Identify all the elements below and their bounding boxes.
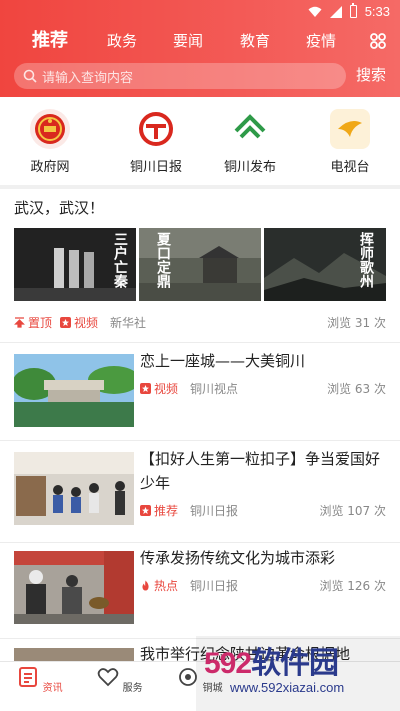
news-meta: 热点 铜川日报 浏览 126 次: [140, 577, 386, 595]
news-meta: 视频 铜川视点 浏览 63 次: [140, 380, 386, 398]
tag-pinned: 置顶: [14, 314, 52, 331]
star-badge-icon: [140, 383, 151, 394]
featured-image-caption: 夏口定鼎: [155, 232, 171, 288]
view-count: 浏览 126 次: [319, 579, 386, 593]
star-badge-icon: [60, 317, 71, 328]
national-emblem-icon: [30, 109, 70, 149]
news-title: 【扣好人生第一粒扣子】争当爱国好少年: [140, 450, 381, 492]
tab-recommend[interactable]: 推荐: [32, 26, 68, 56]
quick-link-government[interactable]: 政府网: [10, 109, 90, 175]
view-count: 浏览 107 次: [319, 504, 386, 518]
news-thumbnail: [14, 647, 134, 661]
watermark-logo-number: 592: [204, 647, 252, 680]
quick-link-tongchuan-daily[interactable]: 铜川日报: [116, 109, 196, 175]
featured-image-1[interactable]: 三户亡秦: [14, 228, 136, 301]
tag-label: 视频: [74, 316, 99, 330]
watermark-logo: 592软件园: [204, 638, 339, 682]
tongchuan-release-logo-icon: [230, 109, 270, 149]
search-icon: [23, 69, 37, 83]
tag-video: 视频: [140, 380, 178, 397]
tag-label: 视频: [154, 382, 179, 396]
pin-top-icon: [14, 317, 25, 328]
search-placeholder: 请输入查询内容: [42, 71, 134, 86]
tab-epidemic[interactable]: 疫情: [306, 26, 336, 56]
quick-links: 政府网 铜川日报 铜川发布 电视台: [0, 97, 400, 185]
tab-education[interactable]: 教育: [240, 26, 270, 56]
featured-image-2[interactable]: 夏口定鼎: [139, 228, 261, 301]
tag-recommend: 推荐: [140, 502, 178, 519]
search-input[interactable]: 请输入查询内容: [14, 63, 346, 89]
news-meta: 推荐 铜川日报 浏览 107 次: [140, 502, 386, 520]
flame-icon: [142, 580, 149, 591]
news-source: 铜川视点: [190, 382, 239, 396]
tag-hot: 热点: [140, 577, 178, 594]
category-tabs: 推荐 政务 要闻 教育 疫情: [0, 26, 400, 58]
app-header: 5:33 推荐 政务 要闻 教育 疫情 请输入查询内容 搜索: [0, 0, 400, 97]
news-title: 传承发扬传统文化为城市添彩: [140, 549, 336, 567]
quick-link-label: 政府网: [30, 160, 70, 175]
featured-image-caption: 三户亡秦: [112, 232, 128, 288]
tag-label: 热点: [154, 579, 179, 593]
view-count: 浏览 63 次: [327, 382, 386, 396]
featured-image-caption: 挥师歌州: [358, 232, 374, 288]
wifi-icon: [308, 6, 322, 17]
search-button[interactable]: 搜索: [356, 64, 386, 85]
tag-video: 视频: [60, 314, 98, 331]
signal-icon: [329, 5, 342, 18]
news-thumbnail: [14, 452, 134, 525]
bottom-nav-service[interactable]: 服务: [90, 666, 150, 694]
bottom-nav-label: 服务: [122, 683, 143, 694]
news-icon: [19, 667, 38, 687]
tag-label: 推荐: [154, 504, 179, 518]
quick-link-label: 铜川日报: [129, 160, 182, 175]
quick-link-label: 铜川发布: [223, 160, 276, 175]
heart-icon: [98, 668, 119, 687]
section-separator: [0, 185, 400, 189]
tab-government[interactable]: 政务: [107, 26, 137, 56]
quick-link-tv-station[interactable]: 电视台: [310, 109, 390, 175]
quick-link-label: 电视台: [330, 160, 370, 175]
tab-headlines[interactable]: 要闻: [173, 26, 203, 56]
news-thumbnail: [14, 551, 134, 624]
tv-station-logo-icon: [330, 109, 370, 149]
tongchuan-daily-logo-icon: [136, 109, 176, 149]
featured-title[interactable]: 武汉，武汉！: [14, 197, 104, 218]
status-time: 5:33: [364, 4, 390, 19]
tag-label: 置顶: [28, 316, 53, 330]
news-title: 恋上一座城——大美铜川: [140, 352, 306, 370]
bottom-nav-label: 资讯: [42, 683, 63, 694]
watermark-logo-text: 软件园: [251, 647, 339, 680]
featured-meta: 置顶 视频 新华社 浏览 31 次: [14, 314, 386, 332]
view-count: 浏览 31 次: [327, 316, 386, 330]
news-source: 铜川日报: [190, 579, 239, 593]
star-badge-icon: [140, 505, 151, 516]
quick-link-tongchuan-release[interactable]: 铜川发布: [210, 109, 290, 175]
featured-image-3[interactable]: 挥师歌州: [264, 228, 386, 301]
bottom-nav-news[interactable]: 资讯: [10, 666, 70, 694]
news-source: 新华社: [110, 316, 147, 330]
grid-menu-icon[interactable]: [370, 33, 386, 49]
status-bar: 5:33: [0, 0, 400, 24]
news-thumbnail: [14, 354, 134, 427]
battery-icon: [349, 3, 357, 18]
news-item[interactable]: 恋上一座城——大美铜川 视频 铜川视点 浏览 63 次: [0, 343, 400, 440]
news-item[interactable]: 传承发扬传统文化为城市添彩 热点 铜川日报 浏览 126 次: [0, 543, 400, 638]
news-item[interactable]: 【扣好人生第一粒扣子】争当爱国好少年 推荐 铜川日报 浏览 107 次: [0, 441, 400, 542]
watermark-url: www.592xiazai.com: [230, 680, 345, 695]
news-source: 铜川日报: [190, 504, 239, 518]
watermark: 592软件园 www.592xiazai.com: [196, 636, 400, 711]
